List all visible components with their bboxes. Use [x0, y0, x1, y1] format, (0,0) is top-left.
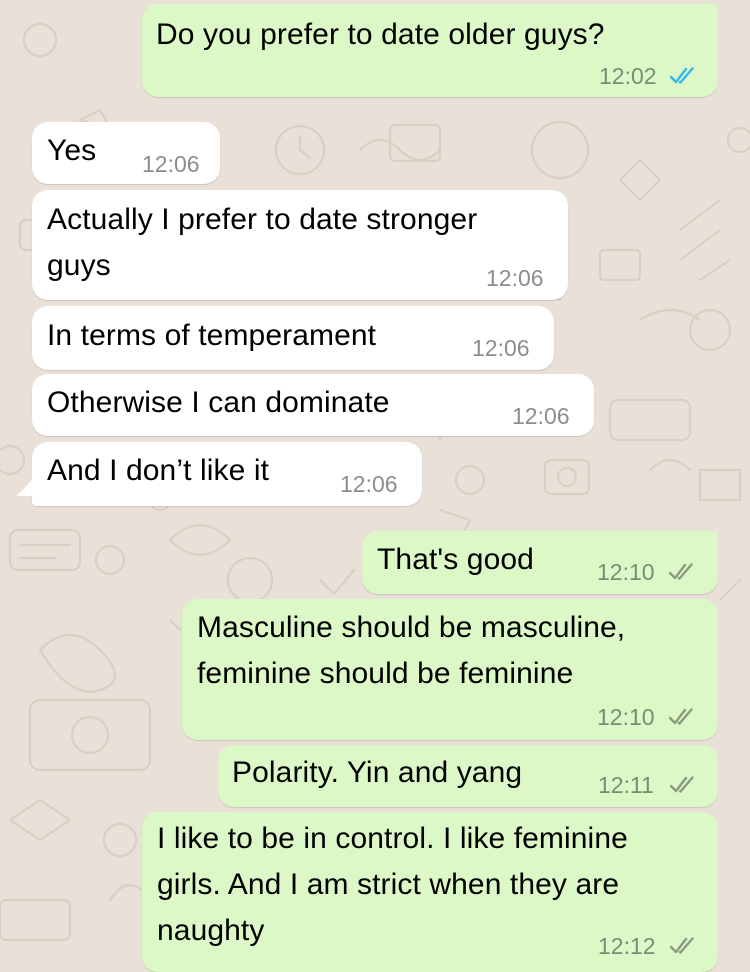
message-bubble[interactable]: Masculine should be masculine, feminine … [182, 599, 718, 740]
message-text: Polarity. Yin and yang [232, 756, 523, 789]
message-text: Yes [47, 134, 97, 167]
message-bubble[interactable]: Yes 12:06 [32, 122, 220, 184]
message-bubble[interactable]: I like to be in control. I like feminine… [142, 812, 718, 972]
double-check-icon [670, 67, 694, 84]
message-time: 12:02 [599, 63, 657, 89]
double-check-icon [669, 563, 693, 580]
message-time: 12:12 [598, 933, 656, 959]
message-time: 12:06 [340, 471, 398, 497]
message-bubble[interactable]: Do you prefer to date older guys? 12:02 [142, 4, 718, 97]
message-text: Otherwise I can dominate [47, 386, 390, 419]
double-check-icon [669, 708, 693, 725]
message-bubble[interactable]: And I don’t like it 12:06 [32, 442, 422, 506]
message-time: 12:11 [598, 772, 654, 798]
message-text: Actually I prefer to date stronger guys [47, 203, 478, 282]
message-bubble[interactable]: Polarity. Yin and yang 12:11 [218, 745, 718, 807]
message-text: Masculine should be masculine, feminine … [197, 611, 626, 690]
message-bubble[interactable]: Actually I prefer to date stronger guys … [32, 190, 568, 300]
message-text: I like to be in control. I like feminine… [157, 822, 628, 947]
message-text: Do you prefer to date older guys? [156, 18, 605, 51]
message-time: 12:06 [472, 335, 530, 361]
message-time: 12:06 [486, 265, 544, 291]
message-bubble[interactable]: That's good 12:10 [362, 531, 718, 594]
message-time: 12:06 [142, 151, 200, 177]
message-bubble[interactable]: In terms of temperament 12:06 [32, 306, 554, 370]
message-text: And I don’t like it [47, 454, 270, 487]
message-time: 12:10 [597, 704, 655, 730]
double-check-icon [670, 937, 694, 954]
message-text: In terms of temperament [47, 319, 377, 352]
double-check-icon [670, 776, 694, 793]
message-text: That's good [377, 543, 534, 576]
message-time: 12:10 [597, 559, 655, 585]
message-time: 12:06 [512, 403, 570, 429]
message-bubble[interactable]: Otherwise I can dominate 12:06 [32, 374, 594, 436]
